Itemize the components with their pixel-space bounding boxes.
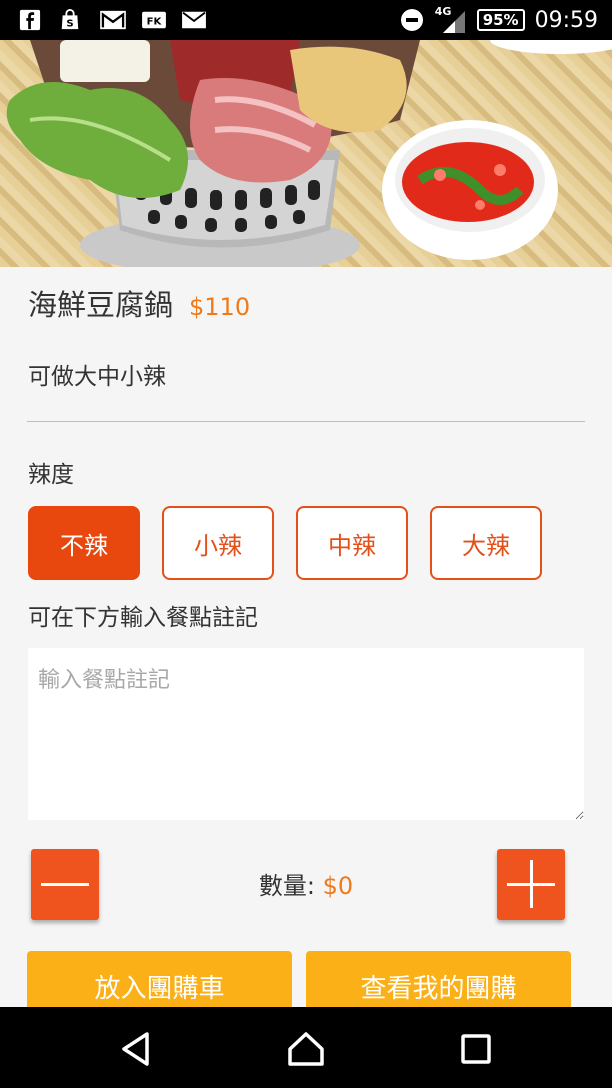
- dish-price: $110: [189, 293, 251, 321]
- spice-option-mild-button[interactable]: 小辣: [162, 506, 274, 580]
- facebook-icon: [19, 9, 41, 31]
- shopping-bag-icon: S: [61, 9, 79, 29]
- add-to-group-cart-button[interactable]: 放入團購車: [27, 951, 292, 1007]
- view-my-group-buy-button[interactable]: 查看我的團購: [306, 951, 571, 1007]
- dish-name: 海鮮豆腐鍋: [28, 288, 174, 322]
- battery-indicator: 95%: [476, 9, 525, 31]
- increase-quantity-button[interactable]: [497, 849, 565, 920]
- quantity-label: 數量:: [258, 872, 323, 900]
- spice-option-none-button[interactable]: 不辣: [28, 506, 140, 580]
- spice-option-medium-button[interactable]: 中辣: [296, 506, 408, 580]
- gmail-icon: [100, 10, 126, 30]
- spice-level-label: 辣度: [28, 462, 74, 488]
- status-bar: S FK 4G 95% 09:59: [0, 0, 612, 40]
- order-note-input[interactable]: [28, 648, 584, 820]
- clock: 09:59: [534, 7, 598, 33]
- back-icon[interactable]: [114, 1027, 158, 1071]
- dish-image: [0, 40, 612, 267]
- recent-apps-icon[interactable]: [454, 1027, 498, 1071]
- hotpot-illustration: [6, 40, 612, 267]
- dish-description: 可做大中小辣: [28, 364, 166, 390]
- quantity-value: $0: [322, 872, 354, 900]
- note-label: 可在下方輸入餐點註記: [28, 605, 258, 631]
- svg-text:S: S: [66, 18, 73, 29]
- home-icon[interactable]: [284, 1027, 328, 1071]
- dish-title-row: 海鮮豆腐鍋 $110: [28, 282, 250, 324]
- fk-icon: FK: [142, 11, 166, 29]
- divider: [27, 421, 585, 422]
- signal-icon: 4G: [433, 5, 467, 33]
- svg-text:FK: FK: [147, 17, 163, 28]
- spice-option-hot-button[interactable]: 大辣: [430, 506, 542, 580]
- mail-icon: [182, 11, 206, 29]
- do-not-disturb-icon: [400, 9, 423, 31]
- system-nav-bar: [0, 1007, 612, 1088]
